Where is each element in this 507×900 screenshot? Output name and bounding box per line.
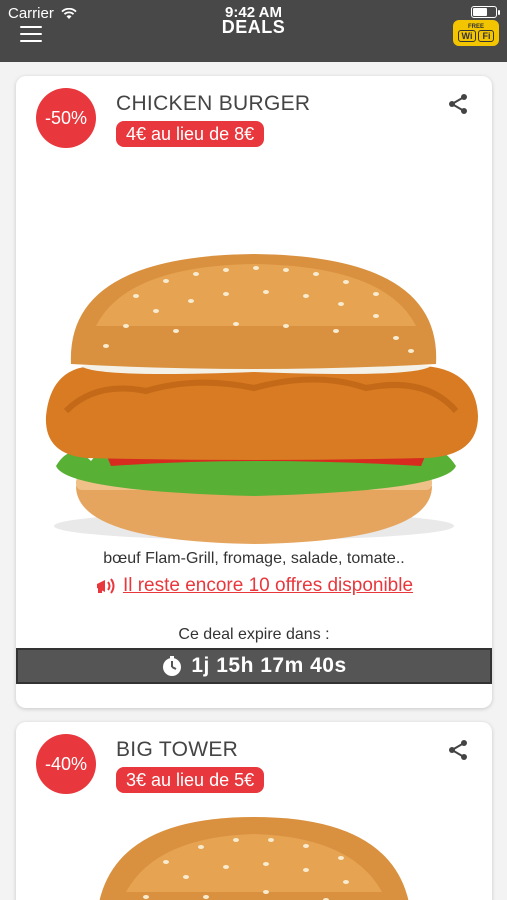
offers-link[interactable]: Il reste encore 10 offres disponible	[123, 575, 413, 597]
free-wifi-badge[interactable]: FREE Wi Fi	[453, 20, 499, 46]
chicken-burger-image	[45, 254, 479, 544]
deal-title: BIG TOWER	[116, 738, 239, 761]
stopwatch-icon	[163, 656, 182, 676]
share-icon[interactable]	[446, 92, 470, 116]
offers-remaining[interactable]: Il reste encore 10 offres disponible	[16, 575, 492, 597]
discount-badge: -50%	[36, 88, 96, 148]
deal-card[interactable]: -50% CHICKEN BURGER 4€ au lieu de 8€ bœu…	[16, 76, 492, 708]
top-bar: Carrier 9:42 AM DEALS FREE Wi Fi	[0, 0, 507, 62]
countdown-timer: 1j 15h 17m 40s	[191, 654, 347, 677]
wifi-badge-wi: Wi	[457, 30, 477, 42]
big-tower-burger-image	[99, 817, 409, 900]
deal-title: CHICKEN BURGER	[116, 92, 311, 115]
discount-badge: -40%	[36, 734, 96, 794]
deal-description: bœuf Flam-Grill, fromage, salade, tomate…	[103, 550, 405, 567]
wifi-badge-fi: Fi	[478, 30, 495, 42]
megaphone-icon	[96, 578, 115, 594]
deal-card[interactable]: -40% BIG TOWER 3€ au lieu de 5€	[16, 722, 492, 900]
share-icon[interactable]	[446, 738, 470, 762]
countdown-bar: 1j 15h 17m 40s	[16, 648, 492, 684]
price-pill: 3€ au lieu de 5€	[116, 767, 265, 793]
price-pill: 4€ au lieu de 8€	[116, 121, 265, 147]
page-title: DEALS	[221, 17, 286, 37]
expire-label: Ce deal expire dans :	[178, 626, 330, 643]
